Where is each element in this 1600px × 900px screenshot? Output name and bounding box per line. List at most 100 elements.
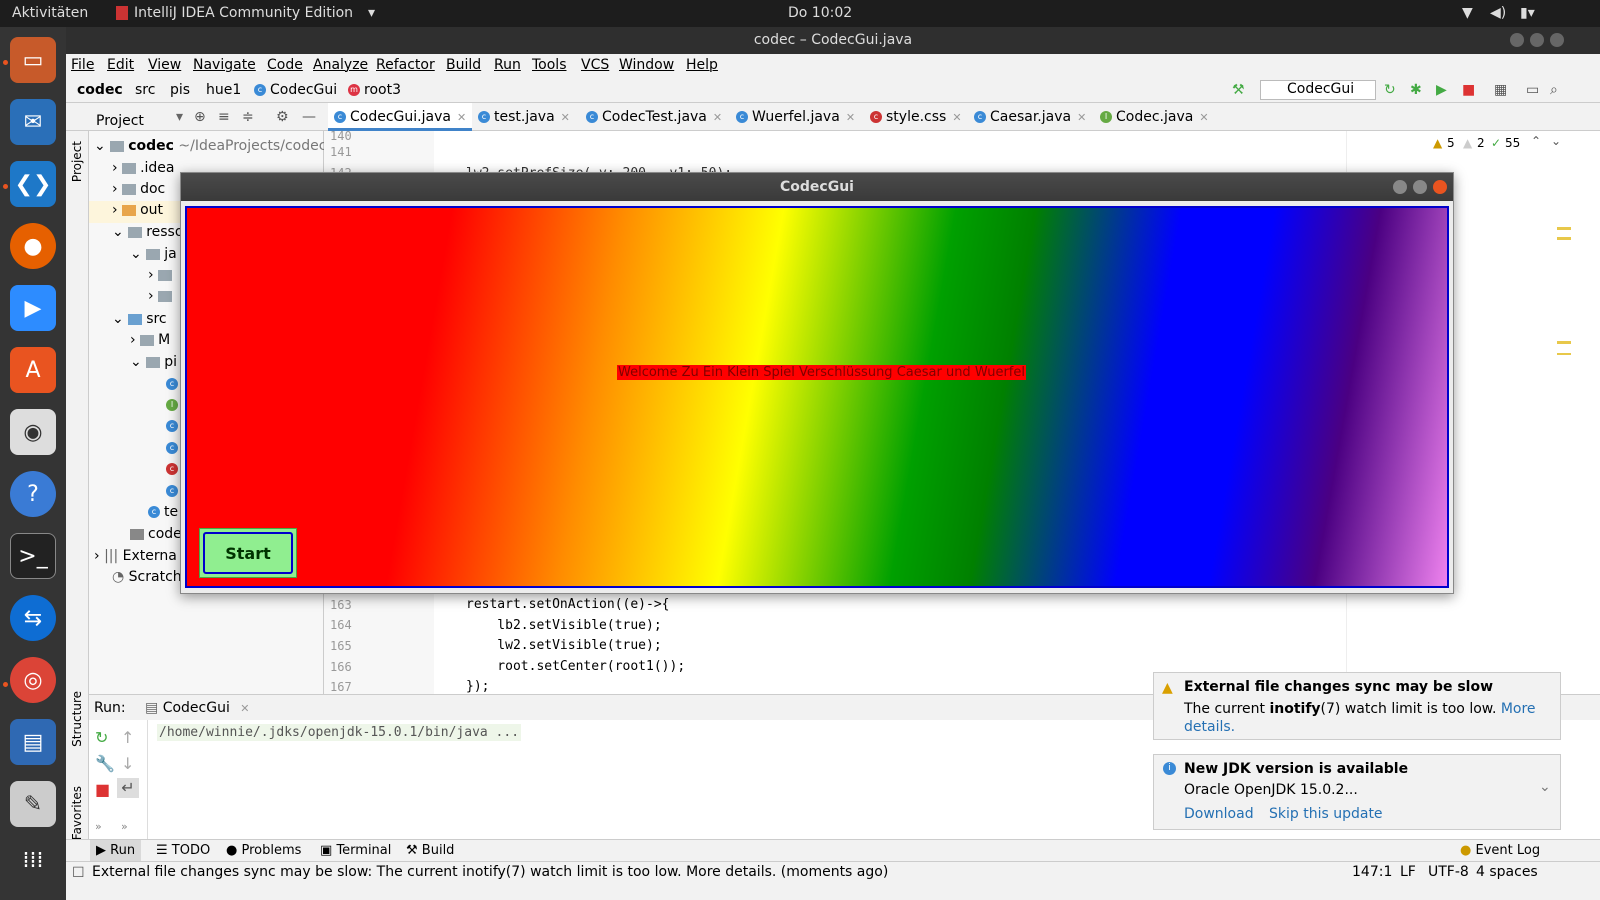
menu-tools[interactable]: Tools <box>532 57 567 73</box>
stop-icon[interactable]: ■ <box>95 780 110 799</box>
tree-item[interactable]: ⌄ resso <box>112 224 183 240</box>
chevron-down-icon[interactable]: ▾ <box>176 103 183 131</box>
tree-item[interactable]: › ||| Externa <box>94 548 177 564</box>
warning-marker[interactable] <box>1557 353 1571 355</box>
console-output[interactable]: /home/winnie/.jdks/openjdk-15.0.1/bin/ja… <box>157 724 522 741</box>
teamviewer-icon[interactable]: ⇆ <box>10 595 56 641</box>
coverage-icon[interactable]: ▶ <box>1436 82 1447 98</box>
project-tool-button[interactable]: Project <box>70 141 84 182</box>
chevron-down-icon[interactable]: ⌄ <box>1551 134 1561 148</box>
more-icon[interactable]: » <box>121 820 128 833</box>
menu-vcs[interactable]: VCS <box>581 57 609 73</box>
software-center-icon[interactable]: A <box>10 347 56 393</box>
start-button[interactable]: Start <box>203 532 293 574</box>
warning-count[interactable]: 5 <box>1447 136 1455 150</box>
tab-codec[interactable]: I Codec.java ✕ <box>1094 103 1215 131</box>
battery-icon[interactable]: ▮▾ <box>1520 5 1535 21</box>
tab-style[interactable]: c style.css ✕ <box>864 103 968 131</box>
skip-update-link[interactable]: Skip this update <box>1269 806 1383 822</box>
clock[interactable]: Do 10:02 <box>788 5 852 21</box>
menu-run[interactable]: Run <box>494 57 521 73</box>
tab-codecgui[interactable]: c CodecGui.java ✕ <box>328 103 473 131</box>
tree-item[interactable]: › <box>148 267 176 283</box>
menu-window[interactable]: Window <box>619 57 674 73</box>
text-editor-icon[interactable]: ✎ <box>10 781 56 827</box>
tab-codectest[interactable]: c CodecTest.java ✕ <box>580 103 728 131</box>
stop-icon[interactable]: ■ <box>1462 82 1475 98</box>
menu-code[interactable]: Code <box>267 57 303 73</box>
caret-position[interactable]: 147:1 <box>1352 864 1392 880</box>
gear-icon[interactable]: ⚙ <box>276 103 289 131</box>
toggle-panel-icon[interactable]: ▭ <box>1526 82 1539 98</box>
menu-help[interactable]: Help <box>686 57 718 73</box>
tree-item[interactable]: ◔ Scratch <box>112 569 182 585</box>
minimize-button[interactable] <box>1510 33 1524 47</box>
tab-test[interactable]: c test.java ✕ <box>472 103 576 131</box>
tab-problems[interactable]: ● Problems <box>226 843 301 858</box>
locate-icon[interactable]: ⊕ <box>194 103 206 131</box>
crumb-codecgui[interactable]: CodecGui <box>270 82 337 98</box>
tree-item[interactable]: › <box>148 288 176 304</box>
close-icon[interactable]: ✕ <box>713 111 722 124</box>
vscode-icon[interactable]: ❮❯ <box>10 161 56 207</box>
ok-count[interactable]: 55 <box>1505 136 1520 150</box>
close-button[interactable] <box>1433 180 1447 194</box>
maximize-button[interactable] <box>1413 180 1427 194</box>
project-structure-icon[interactable]: ▦ <box>1494 82 1507 98</box>
weak-warning-count[interactable]: 2 <box>1477 136 1485 150</box>
arrow-up-icon[interactable]: ↑ <box>121 728 134 747</box>
firefox-icon[interactable]: ● <box>10 223 56 269</box>
tab-terminal[interactable]: ▣ Terminal <box>320 843 391 858</box>
chevron-down-icon[interactable]: ⌄ <box>1539 779 1551 795</box>
run-tab[interactable]: ▤ CodecGui ✕ <box>145 700 250 716</box>
download-link[interactable]: Download <box>1184 806 1254 822</box>
menu-edit[interactable]: Edit <box>107 57 134 73</box>
menu-build[interactable]: Build <box>446 57 481 73</box>
tree-item[interactable]: ⌄ src <box>112 311 167 327</box>
terminal-icon[interactable]: >_ <box>10 533 56 579</box>
menu-analyze[interactable]: Analyze <box>313 57 368 73</box>
close-icon[interactable]: ✕ <box>561 111 570 124</box>
rerun-icon[interactable]: ↻ <box>1384 82 1396 98</box>
favorites-tool-button[interactable]: Favorites <box>70 786 84 840</box>
more-icon[interactable]: » <box>95 820 102 833</box>
tree-item[interactable]: › doc <box>112 181 165 197</box>
crumb-project[interactable]: codec <box>77 82 123 98</box>
maximize-button[interactable] <box>1530 33 1544 47</box>
close-icon[interactable]: ✕ <box>846 111 855 124</box>
show-apps-icon[interactable]: ⁞⁞⁞ <box>10 837 56 883</box>
menu-file[interactable]: File <box>71 57 94 73</box>
menu-refactor[interactable]: Refactor <box>376 57 435 73</box>
build-hammer-icon[interactable]: ⚒ <box>1232 82 1245 98</box>
tree-item[interactable]: ⌄ pi <box>130 354 177 370</box>
warning-marker[interactable] <box>1557 341 1571 344</box>
writer-icon[interactable]: ▤ <box>10 719 56 765</box>
thunderbird-icon[interactable]: ✉ <box>10 99 56 145</box>
volume-icon[interactable]: ◀) <box>1490 5 1506 21</box>
tree-item[interactable]: ⌄ ja <box>130 246 177 262</box>
close-button[interactable] <box>1550 33 1564 47</box>
zoom-icon[interactable]: ▶ <box>10 285 56 331</box>
indent-setting[interactable]: 4 spaces <box>1476 864 1538 880</box>
event-log-button[interactable]: ● Event Log <box>1460 843 1540 858</box>
run-config-select[interactable]: CodecGui <box>1260 80 1376 100</box>
menu-view[interactable]: View <box>148 57 181 73</box>
close-icon[interactable]: ✕ <box>1077 111 1086 124</box>
wrench-icon[interactable]: 🔧 <box>95 754 115 773</box>
rhythmbox-icon[interactable]: ◉ <box>10 409 56 455</box>
close-icon[interactable]: ✕ <box>1199 111 1208 124</box>
files-icon[interactable]: ▭ <box>10 37 56 83</box>
status-toggle-icon[interactable]: ☐ <box>72 865 85 881</box>
warning-marker[interactable] <box>1557 237 1571 240</box>
warning-marker[interactable] <box>1557 227 1571 230</box>
crumb-src[interactable]: src <box>135 82 155 98</box>
crumb-pis[interactable]: pis <box>170 82 190 98</box>
expand-icon[interactable]: ≡ <box>218 103 230 131</box>
activities-button[interactable]: Aktivitäten <box>12 5 88 21</box>
soft-wrap-icon[interactable]: ↵ <box>117 778 139 798</box>
tree-item-root[interactable]: ⌄ codec ~/IdeaProjects/codec <box>94 138 326 154</box>
crumb-hue1[interactable]: hue1 <box>206 82 241 98</box>
search-icon[interactable]: ⌕ <box>1550 82 1558 98</box>
arrow-down-icon[interactable]: ↓ <box>121 754 134 773</box>
hide-icon[interactable]: — <box>302 103 316 131</box>
